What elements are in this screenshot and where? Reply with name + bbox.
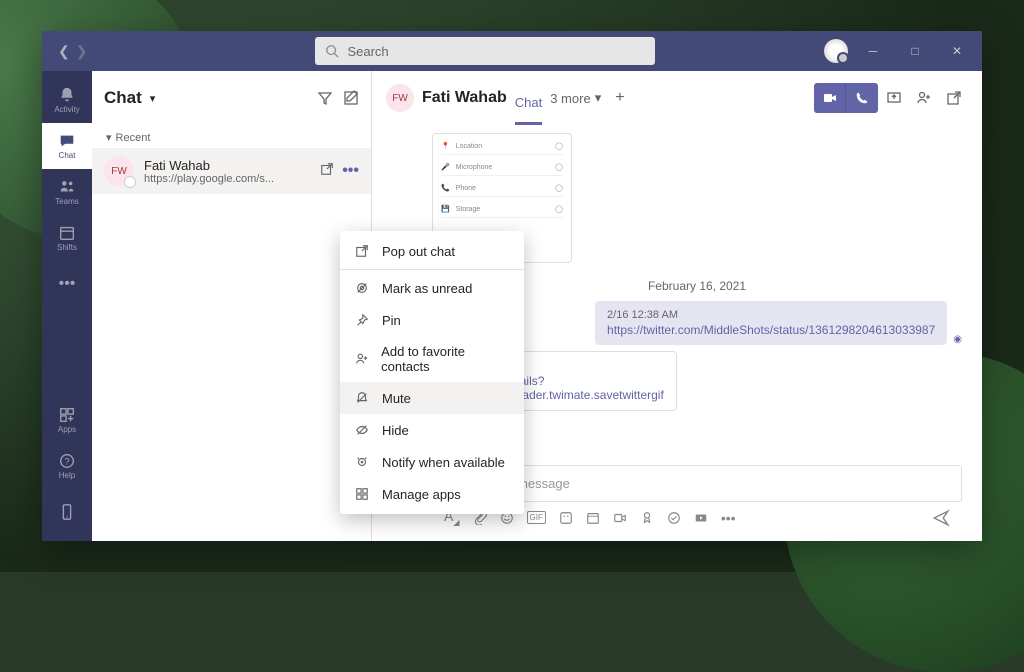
rail-shifts[interactable]: Shifts [42, 215, 92, 261]
share-screen-button[interactable] [886, 90, 908, 106]
add-people-button[interactable] [916, 90, 938, 106]
apps-icon [354, 486, 370, 502]
nav-back-button[interactable]: ❮ [58, 43, 70, 60]
message-timestamp: 2/16 12:38 AM [607, 309, 935, 321]
hide-icon [354, 422, 370, 438]
chat-item-name: Fati Wahab [144, 158, 310, 173]
avatar: FW [386, 84, 414, 112]
approvals-button[interactable] [667, 511, 681, 525]
rail-apps[interactable]: Apps [42, 397, 92, 443]
compose-button[interactable] [343, 90, 359, 106]
chat-header-name: Fati Wahab [422, 89, 507, 107]
ctx-favorite[interactable]: Add to favorite contacts [340, 336, 524, 382]
rail-mobile[interactable] [42, 489, 92, 535]
avatar: FW [104, 156, 134, 186]
ctx-mark-unread[interactable]: Mark as unread [340, 272, 524, 304]
message-sent[interactable]: 2/16 12:38 AM https://twitter.com/Middle… [595, 301, 947, 345]
schedule-meeting-button[interactable] [586, 511, 600, 525]
title-bar: ❮ ❯ Search ─ □ ✕ [42, 31, 982, 71]
search-placeholder: Search [347, 44, 388, 59]
help-icon: ? [58, 452, 76, 470]
chevron-down-icon: ▾ [106, 131, 112, 144]
praise-button[interactable] [640, 511, 654, 525]
rail-teams[interactable]: Teams [42, 169, 92, 215]
send-button[interactable] [932, 509, 950, 527]
chat-icon [58, 132, 76, 150]
message-link[interactable]: https://twitter.com/MiddleShots/status/1… [607, 323, 935, 337]
mobile-icon [58, 503, 76, 521]
left-rail: Activity Chat Teams Shifts ••• Apps ? He… [42, 71, 92, 541]
more-icon: ••• [58, 275, 76, 293]
chat-header: FW Fati Wahab Chat 3 more ▾ + [372, 71, 982, 125]
tabs-more-button[interactable]: 3 more ▾ [550, 90, 601, 106]
chat-context-menu: Pop out chat Mark as unread Pin Add to f… [340, 231, 524, 514]
mute-icon [354, 390, 370, 406]
add-tab-button[interactable]: + [615, 89, 624, 107]
sidebar-title[interactable]: Chat [104, 88, 142, 108]
ctx-popout[interactable]: Pop out chat [340, 235, 524, 267]
more-apps-button[interactable]: ••• [721, 510, 736, 526]
notify-icon [354, 454, 370, 470]
video-call-button[interactable] [814, 83, 846, 113]
tab-chat[interactable]: Chat [515, 95, 542, 125]
chevron-down-icon[interactable]: ▾ [150, 92, 156, 105]
audio-call-button[interactable] [846, 83, 878, 113]
popout-chat-button[interactable] [946, 90, 968, 106]
rail-activity[interactable]: Activity [42, 77, 92, 123]
read-receipt-icon: ◉ [953, 334, 962, 345]
chat-list-sidebar: Chat ▾ ▾ Recent FW Fati Wahab https://pl… [92, 71, 372, 541]
unread-icon [354, 280, 370, 296]
stream-button[interactable] [613, 511, 627, 525]
rail-chat[interactable]: Chat [42, 123, 92, 169]
favorite-icon [354, 351, 369, 367]
svg-text:?: ? [64, 457, 69, 467]
bell-icon [58, 86, 76, 104]
rail-help[interactable]: ? Help [42, 443, 92, 489]
nav-forward-button[interactable]: ❯ [76, 43, 88, 60]
shifts-icon [58, 224, 76, 242]
chat-list-item[interactable]: FW Fati Wahab https://play.google.com/s.… [92, 148, 371, 194]
search-icon [325, 44, 339, 58]
search-input[interactable]: Search [315, 37, 655, 65]
maximize-button[interactable]: □ [898, 31, 932, 71]
teams-icon [58, 178, 76, 196]
rail-more[interactable]: ••• [42, 261, 92, 307]
sticker-button[interactable] [559, 511, 573, 525]
ctx-manage-apps[interactable]: Manage apps [340, 478, 524, 510]
apps-icon [58, 406, 76, 424]
ctx-pin[interactable]: Pin [340, 304, 524, 336]
popout-button[interactable] [320, 162, 334, 180]
close-button[interactable]: ✕ [940, 31, 974, 71]
gif-button[interactable]: GIF [527, 511, 546, 524]
chat-item-preview: https://play.google.com/s... [144, 173, 310, 185]
ctx-mute[interactable]: Mute [340, 382, 524, 414]
filter-button[interactable] [317, 90, 333, 106]
pin-icon [354, 312, 370, 328]
chat-more-button[interactable]: ••• [342, 162, 359, 180]
minimize-button[interactable]: ─ [856, 31, 890, 71]
popout-icon [354, 243, 370, 259]
teams-window: { "search": { "placeholder": "Search" },… [42, 31, 982, 541]
chevron-down-icon: ▾ [595, 90, 602, 106]
ctx-hide[interactable]: Hide [340, 414, 524, 446]
ctx-notify[interactable]: Notify when available [340, 446, 524, 478]
recent-section-header[interactable]: ▾ Recent [92, 125, 371, 148]
video-clip-button[interactable] [694, 511, 708, 525]
profile-avatar[interactable] [824, 39, 848, 63]
